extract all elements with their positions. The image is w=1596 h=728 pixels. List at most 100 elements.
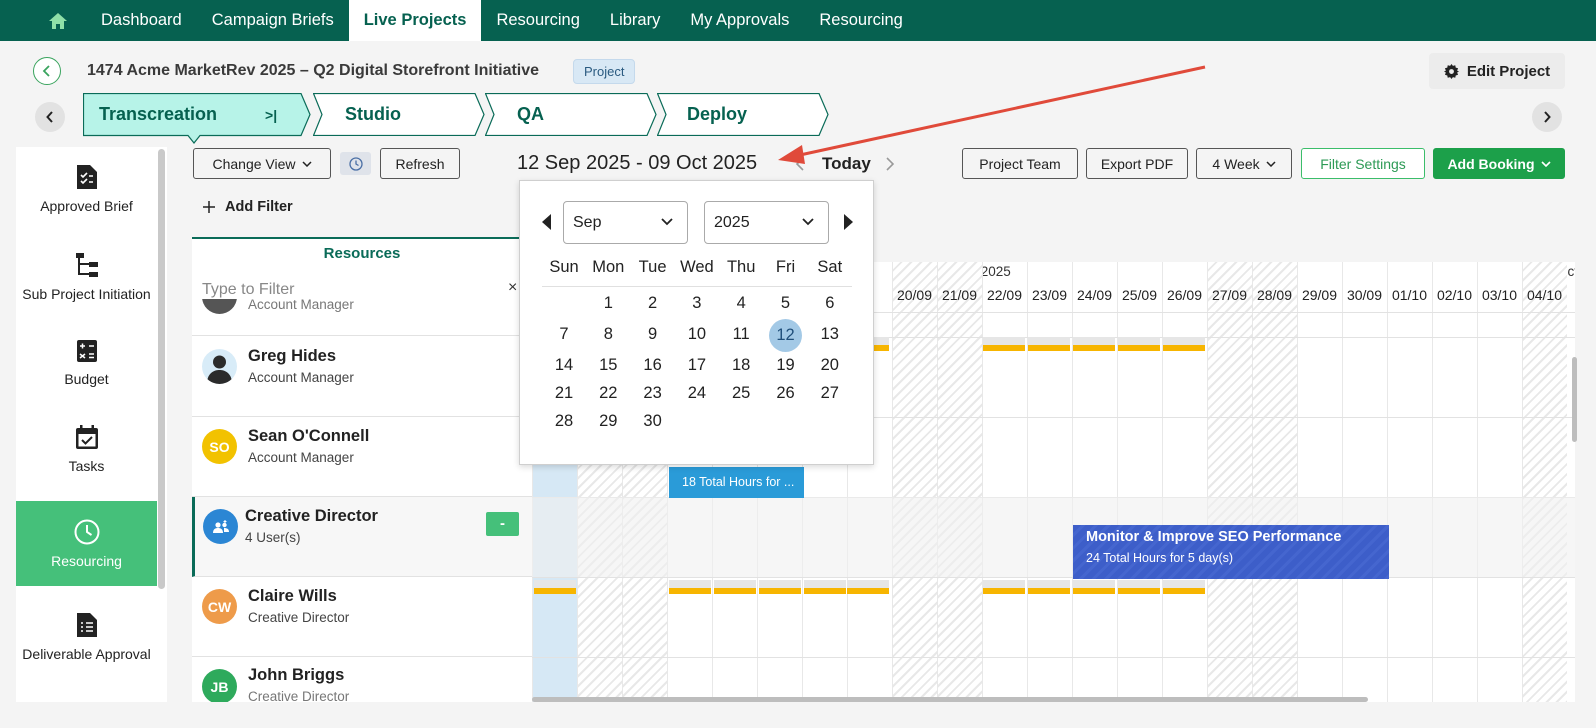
allocation-bar[interactable] (1073, 337, 1115, 351)
allocation-bar[interactable] (759, 580, 801, 594)
calendar-day[interactable]: 24 (675, 378, 719, 408)
sidebar-item-sub-project[interactable]: Sub Project Initiation (16, 235, 157, 319)
stage-deploy[interactable]: Deploy (657, 93, 829, 136)
allocation-bar[interactable] (534, 580, 576, 594)
calendar-day[interactable]: 23 (631, 378, 675, 408)
resource-row-partial[interactable]: Account Manager (192, 299, 532, 336)
calendar-day[interactable]: 25 (719, 378, 763, 408)
sidebar-item-resourcing[interactable]: Resourcing (16, 501, 157, 586)
allocation-bar[interactable] (714, 580, 756, 594)
allocation-bar[interactable] (983, 580, 1025, 594)
calendar-day[interactable]: 6 (808, 288, 852, 318)
nav-resourcing[interactable]: Resourcing (481, 0, 594, 41)
calendar-day[interactable]: 15 (586, 350, 630, 380)
timeline-horizontal-scrollbar[interactable] (532, 697, 1368, 702)
clear-filter-icon[interactable]: × (508, 279, 517, 297)
allocation-bar[interactable] (1163, 580, 1205, 594)
calendar-day[interactable]: 21 (542, 378, 586, 408)
allocation-bar[interactable] (983, 337, 1025, 351)
calendar-day[interactable]: 30 (631, 406, 675, 436)
resource-row-john-briggs[interactable]: JB John Briggs Creative Director (192, 657, 532, 702)
calendar-day[interactable]: 11 (719, 319, 763, 349)
resource-row-sean-oconnell[interactable]: SO Sean O'Connell Account Manager (192, 417, 532, 497)
sidebar-item-budget[interactable]: Budget (16, 323, 157, 403)
back-button[interactable] (33, 57, 61, 85)
collapse-group-button[interactable]: - (486, 512, 519, 536)
calendar-day[interactable]: 14 (542, 350, 586, 380)
calendar-day[interactable]: 18 (719, 350, 763, 380)
calendar-day[interactable]: 26 (764, 378, 808, 408)
calendar-day[interactable]: 2 (631, 288, 675, 318)
allocation-bar[interactable] (1073, 580, 1115, 594)
calendar-day[interactable]: 16 (631, 350, 675, 380)
sidebar-item-tasks[interactable]: Tasks (16, 407, 157, 491)
month-select[interactable]: Sep (563, 201, 688, 244)
sidebar-item-deliverable-approval[interactable]: Deliverable Approval (16, 592, 157, 682)
booking-block[interactable]: 18 Total Hours for ... (669, 467, 804, 498)
calendar-day[interactable]: 3 (675, 288, 719, 318)
resource-group-creative-director[interactable]: Creative Director 4 User(s) - (192, 497, 532, 577)
nav-live-projects[interactable]: Live Projects (348, 0, 482, 41)
prev-month-icon[interactable] (542, 214, 551, 230)
resource-row-greg-hides[interactable]: Greg Hides Account Manager (192, 337, 532, 417)
calendar-day[interactable]: 5 (764, 288, 808, 318)
resource-row-claire-wills[interactable]: CW Claire Wills Creative Director (192, 577, 532, 657)
calendar-day[interactable]: 22 (586, 378, 630, 408)
filter-settings-button[interactable]: Filter Settings (1301, 148, 1425, 179)
chevron-right-icon[interactable] (885, 157, 895, 171)
project-team-button[interactable]: Project Team (962, 148, 1078, 179)
nav-resourcing-2[interactable]: Resourcing (804, 0, 917, 41)
date-range-picker[interactable]: 12 Sep 2025 - 09 Oct 2025 (517, 152, 757, 175)
allocation-bar[interactable] (1118, 580, 1160, 594)
calendar-day[interactable]: 28 (542, 406, 586, 436)
sidebar-item-approved-brief[interactable]: Approved Brief (16, 147, 157, 231)
refresh-button[interactable]: Refresh (380, 148, 460, 179)
calendar-day[interactable]: 19 (764, 350, 808, 380)
home-icon[interactable] (30, 0, 86, 41)
allocation-bar[interactable] (1163, 337, 1205, 351)
calendar-day[interactable]: 7 (542, 319, 586, 349)
allocation-bar[interactable] (847, 580, 889, 594)
export-pdf-button[interactable]: Export PDF (1086, 148, 1188, 179)
nav-campaign-briefs[interactable]: Campaign Briefs (197, 0, 349, 41)
stage-qa[interactable]: QA (485, 93, 657, 136)
add-filter-button[interactable]: Add Filter (203, 199, 293, 215)
stage-prev-button[interactable] (35, 102, 65, 132)
stage-next-button[interactable] (1532, 102, 1562, 132)
edit-project-button[interactable]: Edit Project (1429, 53, 1565, 89)
week-select[interactable]: 4 Week (1196, 148, 1292, 179)
stage-studio[interactable]: Studio (313, 93, 485, 136)
allocation-bar[interactable] (1118, 337, 1160, 351)
collapse-icon[interactable]: >| (265, 107, 277, 123)
nav-dashboard[interactable]: Dashboard (86, 0, 197, 41)
year-select[interactable]: 2025 (704, 201, 829, 244)
timeline-vertical-scrollbar[interactable] (1572, 357, 1577, 442)
allocation-bar[interactable] (804, 580, 846, 594)
allocation-bar[interactable] (1028, 337, 1070, 351)
add-booking-button[interactable]: Add Booking (1433, 148, 1565, 179)
calendar-day[interactable]: 13 (808, 319, 852, 349)
allocation-bar[interactable] (1028, 580, 1070, 594)
today-button[interactable]: Today (822, 154, 871, 174)
history-button[interactable] (340, 152, 371, 175)
stage-transcreation[interactable]: Transcreation >| (83, 93, 311, 144)
nav-library[interactable]: Library (595, 0, 675, 41)
calendar-day[interactable]: 29 (586, 406, 630, 436)
calendar-day[interactable]: 4 (719, 288, 763, 318)
calendar-day[interactable]: 8 (586, 319, 630, 349)
calendar-day[interactable]: 20 (808, 350, 852, 380)
calendar-day[interactable]: 17 (675, 350, 719, 380)
calendar-day[interactable]: 9 (631, 319, 675, 349)
next-month-icon[interactable] (844, 214, 853, 230)
allocation-bar[interactable] (669, 580, 711, 594)
resource-filter-input[interactable]: Type to Filter (202, 281, 294, 299)
calendar-day[interactable]: 1 (586, 288, 630, 318)
calendar-day[interactable]: 27 (808, 378, 852, 408)
sidebar-scrollbar[interactable] (158, 149, 165, 589)
chevron-left-icon[interactable] (795, 157, 805, 171)
change-view-button[interactable]: Change View (193, 148, 331, 179)
calendar-day[interactable]: 10 (675, 319, 719, 349)
nav-my-approvals[interactable]: My Approvals (675, 0, 804, 41)
booking-block-seo[interactable]: Monitor & Improve SEO Performance 24 Tot… (1073, 525, 1389, 579)
calendar-day-selected[interactable]: 12 (764, 319, 808, 352)
